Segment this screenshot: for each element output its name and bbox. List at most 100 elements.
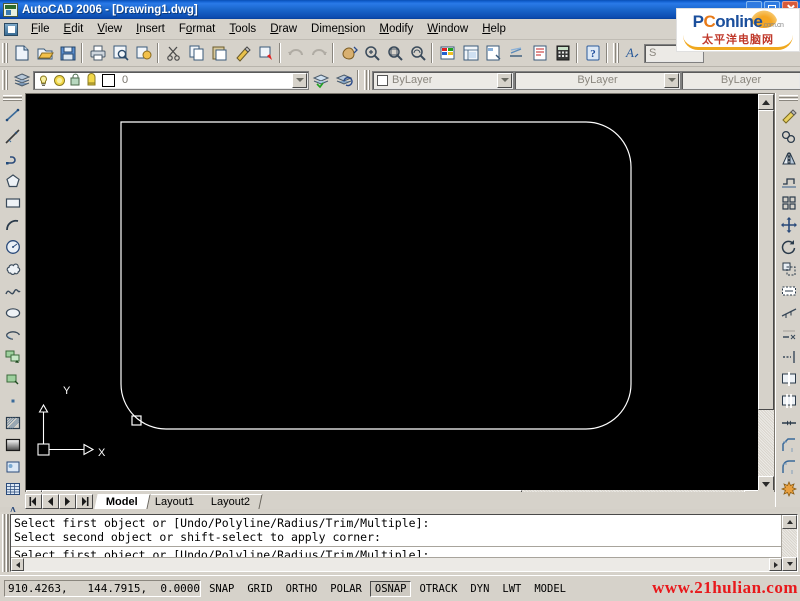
hatch-icon[interactable] (2, 412, 24, 434)
color-control[interactable]: ByLayer (372, 70, 514, 90)
last-layout-icon[interactable] (76, 494, 93, 509)
explode-icon[interactable] (778, 478, 800, 500)
command-hscroll-track[interactable] (24, 558, 769, 571)
move-icon[interactable] (778, 214, 800, 236)
break-at-point-icon[interactable] (778, 368, 800, 390)
gradient-icon[interactable] (2, 434, 24, 456)
status-toggle-otrack[interactable]: OTRACK (414, 580, 463, 597)
layer-control[interactable]: 0 (33, 70, 309, 90)
spline-icon[interactable] (2, 280, 24, 302)
rectangle-icon[interactable] (2, 192, 24, 214)
line-icon[interactable] (2, 104, 24, 126)
canvas-vertical-scrollbar[interactable] (758, 94, 774, 492)
new-icon[interactable] (10, 42, 33, 64)
toolbar-grip[interactable] (613, 43, 619, 63)
toolbar-grip[interactable] (2, 70, 8, 90)
status-toggle-ortho[interactable]: ORTHO (280, 580, 323, 597)
pasteblock-icon[interactable] (254, 42, 277, 64)
layout-tab-model[interactable]: Model (94, 494, 151, 509)
toolbar-grip[interactable] (364, 70, 370, 90)
vertical-scroll-thumb[interactable] (758, 110, 774, 410)
status-toggle-model[interactable]: MODEL (529, 580, 571, 597)
construction-line-icon[interactable] (2, 126, 24, 148)
erase-icon[interactable] (778, 104, 800, 126)
array-icon[interactable] (778, 192, 800, 214)
copy-icon[interactable] (185, 42, 208, 64)
fillet-icon[interactable] (778, 456, 800, 478)
previous-layout-icon[interactable] (42, 494, 59, 509)
polygon-icon[interactable] (2, 170, 24, 192)
command-horizontal-scrollbar[interactable] (11, 557, 782, 571)
sheet-set-icon[interactable] (505, 42, 528, 64)
scroll-up-button[interactable] (758, 94, 774, 110)
color-dropdown-arrow[interactable] (497, 72, 512, 88)
cut-icon[interactable] (162, 42, 185, 64)
copy-object-icon[interactable] (778, 126, 800, 148)
linetype-dropdown-arrow[interactable] (664, 72, 679, 88)
menu-item-edit[interactable]: Edit (57, 21, 91, 37)
arc-icon[interactable] (2, 214, 24, 236)
status-toggle-polar[interactable]: POLAR (325, 580, 367, 597)
properties-icon[interactable] (436, 42, 459, 64)
circle-icon[interactable] (2, 236, 24, 258)
save-icon[interactable] (56, 42, 79, 64)
layer-previous-icon[interactable] (332, 69, 355, 91)
revision-cloud-icon[interactable] (2, 258, 24, 280)
drawing-area[interactable]: Y X (25, 93, 775, 507)
menu-item-window[interactable]: Window (420, 21, 475, 37)
break-icon[interactable] (778, 390, 800, 412)
tool-palettes-icon[interactable] (482, 42, 505, 64)
layout-tab-layout1[interactable]: Layout1 (143, 494, 207, 509)
command-scroll-right-button[interactable] (769, 558, 782, 571)
trim-icon[interactable] (778, 324, 800, 346)
region-icon[interactable] (2, 456, 24, 478)
command-vertical-scrollbar[interactable] (781, 515, 797, 571)
table-icon[interactable] (2, 478, 24, 500)
insert-block-icon[interactable] (2, 346, 24, 368)
menu-item-view[interactable]: View (90, 21, 129, 37)
next-layout-icon[interactable] (59, 494, 76, 509)
linetype-control[interactable]: ByLayer (514, 70, 681, 90)
make-objects-layer-current-icon[interactable] (309, 69, 332, 91)
layer-dropdown-arrow[interactable] (292, 72, 307, 88)
menu-item-insert[interactable]: Insert (129, 21, 172, 37)
status-toggle-dyn[interactable]: DYN (465, 580, 495, 597)
publish-icon[interactable] (132, 42, 155, 64)
redo-icon[interactable] (307, 42, 330, 64)
rotate-icon[interactable] (778, 236, 800, 258)
mirror-icon[interactable] (778, 148, 800, 170)
open-icon[interactable] (33, 42, 56, 64)
menu-item-dimension[interactable]: Dimension (304, 21, 372, 37)
quickcalc-icon[interactable] (551, 42, 574, 64)
lengthen-icon[interactable] (778, 302, 800, 324)
plot-icon[interactable] (86, 42, 109, 64)
zoom-previous-icon[interactable] (406, 42, 429, 64)
markup-set-icon[interactable] (528, 42, 551, 64)
command-scroll-left-button[interactable] (11, 558, 24, 571)
toolbar-grip[interactable] (2, 43, 8, 63)
document-control-icon[interactable] (4, 22, 18, 36)
layer-properties-manager-icon[interactable] (10, 69, 33, 91)
lineweight-control[interactable]: ByLayer (681, 70, 800, 90)
stretch-icon[interactable] (778, 280, 800, 302)
command-scroll-down-button[interactable] (782, 557, 797, 571)
text-style-icon[interactable]: A (621, 42, 644, 64)
polyline-icon[interactable] (2, 148, 24, 170)
point-icon[interactable] (2, 390, 24, 412)
designcenter-icon[interactable] (459, 42, 482, 64)
command-history-box[interactable]: Select first object or [Undo/Polyline/Ra… (10, 514, 798, 572)
draw-toolbar-grip[interactable] (3, 95, 22, 101)
menu-item-help[interactable]: Help (475, 21, 513, 37)
command-window-grip[interactable] (2, 514, 9, 572)
status-toggle-osnap[interactable]: OSNAP (369, 580, 412, 597)
menu-item-format[interactable]: Format (172, 21, 222, 37)
extend-icon[interactable] (778, 346, 800, 368)
make-block-icon[interactable] (2, 368, 24, 390)
scale-icon[interactable] (778, 258, 800, 280)
status-toggle-lwt[interactable]: LWT (497, 580, 527, 597)
model-space-canvas[interactable]: Y X (26, 94, 760, 492)
pan-realtime-icon[interactable] (337, 42, 360, 64)
chamfer-icon[interactable] (778, 434, 800, 456)
menu-item-draw[interactable]: Draw (263, 21, 304, 37)
menu-item-modify[interactable]: Modify (372, 21, 420, 37)
